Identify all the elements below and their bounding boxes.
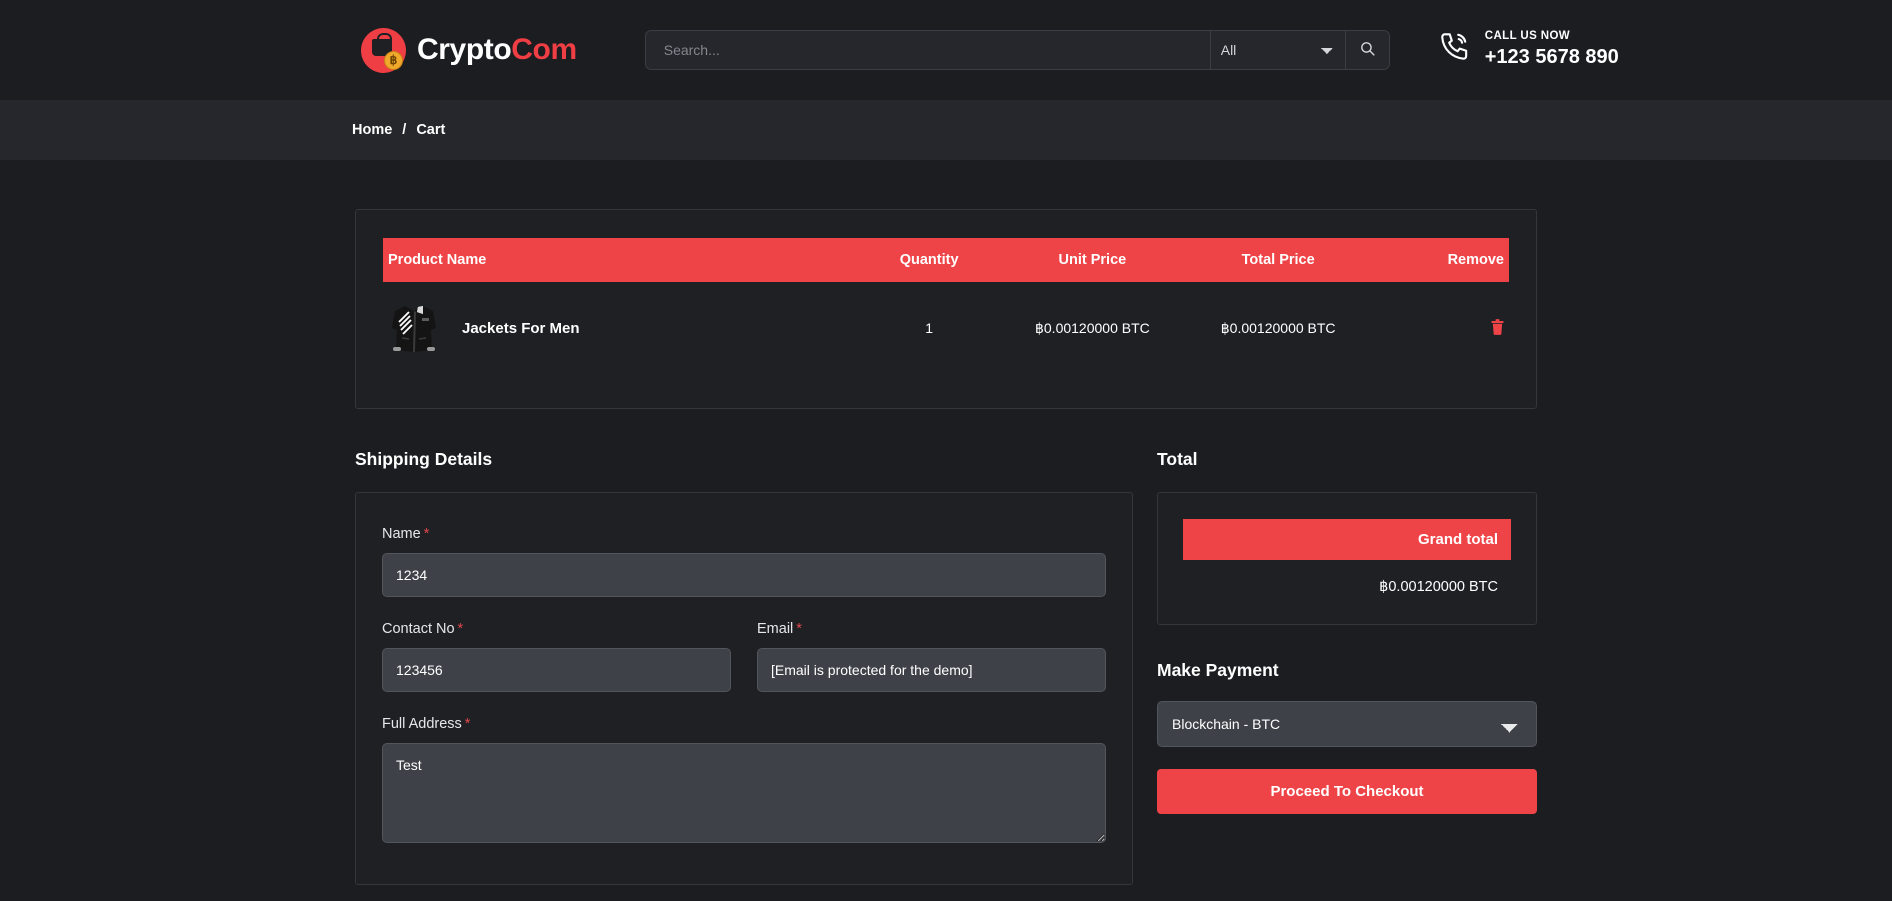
name-label-text: Name — [382, 526, 421, 542]
page-body: Product Name Quantity Unit Price Total P… — [0, 160, 1892, 885]
cart-card: Product Name Quantity Unit Price Total P… — [355, 209, 1537, 409]
email-label: Email * — [757, 621, 1106, 637]
address-label: Full Address * — [382, 716, 1106, 732]
email-required-mark: * — [796, 621, 802, 637]
product-total-price: ฿0.00120000 BTC — [1220, 319, 1336, 336]
name-field-group: Name * — [382, 526, 1106, 597]
shipping-form-card: Name* Contact No* Email* — [355, 492, 1133, 885]
phone-ringing-icon — [1438, 30, 1472, 69]
total-column: Total Grand total ฿0.00120000 BTC Make P… — [1157, 449, 1537, 814]
call-us-label: CALL US NOW — [1484, 30, 1571, 43]
product-unit-price: ฿0.00120000 BTC — [1034, 319, 1150, 336]
address-field-group: Full Address * Test — [382, 716, 1106, 848]
total-card: Grand total ฿0.00120000 BTC — [1157, 492, 1537, 625]
cart-table-head: Product Name Quantity Unit Price Total P… — [383, 238, 1509, 282]
proceed-to-checkout-button[interactable]: Proceed To Checkout — [1157, 769, 1537, 814]
breadcrumb: Home / Cart — [352, 122, 445, 138]
total-title: Total — [1157, 449, 1198, 469]
contact-required-mark: * — [457, 621, 464, 637]
breadcrumb-separator: / — [402, 122, 407, 138]
bitcoin-coin-icon: ฿ — [384, 50, 403, 70]
product-thumbnail[interactable] — [388, 298, 440, 358]
product-quantity: 1 — [925, 320, 933, 336]
lower-section: Shipping Details Name* Contact No* Email… — [355, 449, 1537, 885]
breadcrumb-bar: Home / Cart — [0, 100, 1892, 160]
shipping-details-title: Shipping Details — [355, 449, 493, 469]
search-icon — [1359, 40, 1376, 60]
column-remove: Remove — [1373, 238, 1509, 282]
name-label: Name * — [382, 526, 1106, 542]
make-payment-title: Make Payment — [1157, 660, 1279, 680]
contact-field-group: Contact No * — [382, 621, 731, 692]
content-container: Product Name Quantity Unit Price Total P… — [355, 160, 1537, 885]
site-header: ฿ CryptoCom All CALL US NOW +123 56 — [0, 0, 1892, 100]
logo-icon: ฿ — [361, 27, 406, 73]
product-name[interactable]: Jackets For Men — [462, 320, 580, 337]
email-input[interactable] — [757, 648, 1106, 692]
column-product-name: Product Name — [383, 238, 856, 282]
cart-table-body: Jackets For Men 1 ฿0.00120000 BTC ฿0.001… — [383, 282, 1509, 374]
table-row: Jackets For Men 1 ฿0.00120000 BTC ฿0.001… — [383, 282, 1509, 374]
grand-total-amount: ฿0.00120000 BTC — [1379, 579, 1498, 595]
email-field-group: Email * — [757, 621, 1106, 692]
payment-method-select[interactable]: Blockchain - BTC — [1157, 701, 1537, 747]
trash-icon — [1491, 318, 1504, 338]
breadcrumb-item-cart: Cart — [416, 122, 446, 138]
column-quantity: Quantity — [855, 238, 1003, 282]
address-label-text: Full Address — [382, 716, 462, 732]
jacket-image — [392, 306, 436, 352]
contact-email-row: Contact No* Email* — [382, 621, 1106, 692]
brand-name-part2: Com — [511, 33, 577, 66]
cart-product-cell: Jackets For Men — [383, 282, 856, 374]
search-bar: All — [644, 30, 1390, 70]
brand-name-part1: Crypto — [417, 33, 512, 66]
brand-name: CryptoCom — [417, 33, 577, 67]
column-total-price: Total Price — [1182, 238, 1374, 282]
search-submit-button[interactable] — [1344, 30, 1390, 70]
product-remove-cell — [1374, 282, 1509, 374]
brand-logo[interactable]: ฿ CryptoCom — [361, 27, 577, 73]
name-input[interactable] — [382, 553, 1106, 597]
call-us-number: +123 5678 890 — [1484, 45, 1619, 68]
name-required-mark: * — [423, 526, 430, 542]
address-required-mark: * — [464, 716, 471, 732]
breadcrumb-item-home[interactable]: Home — [352, 122, 392, 138]
contact-label-text: Contact No — [382, 621, 455, 637]
grand-total-label: Grand total — [1183, 519, 1511, 560]
search-input[interactable] — [644, 30, 1210, 70]
cart-table: Product Name Quantity Unit Price Total P… — [383, 238, 1509, 374]
search-category-select[interactable]: All — [1209, 30, 1345, 70]
address-textarea[interactable]: Test — [382, 743, 1106, 843]
call-us-block[interactable]: CALL US NOW +123 5678 890 — [1438, 30, 1619, 70]
column-unit-price: Unit Price — [1002, 238, 1183, 282]
cart-header-row: Product Name Quantity Unit Price Total P… — [383, 238, 1509, 282]
email-label-text: Email — [757, 621, 794, 637]
remove-item-button[interactable] — [1491, 318, 1504, 338]
contact-label: Contact No * — [382, 621, 731, 637]
shipping-column: Shipping Details Name* Contact No* Email… — [355, 449, 1133, 885]
contact-input[interactable] — [382, 648, 731, 692]
